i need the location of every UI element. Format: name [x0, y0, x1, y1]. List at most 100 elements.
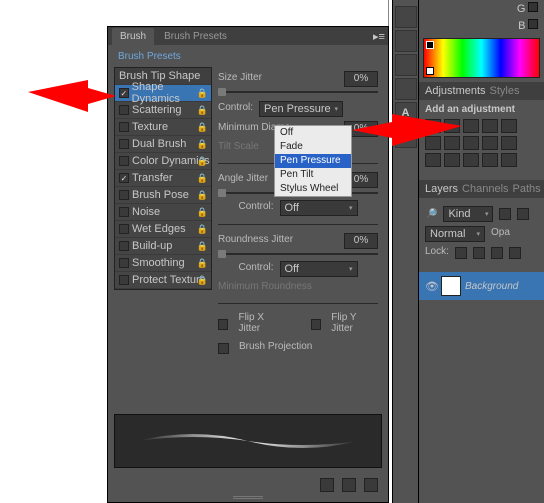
resize-grip[interactable]	[233, 496, 263, 500]
lock-icon: 🔒	[197, 156, 208, 167]
chevron-down-icon: ▾	[349, 265, 353, 273]
lock-transparency-icon[interactable]	[455, 247, 467, 259]
tab-channels[interactable]: Channels	[462, 183, 508, 195]
lock-icon: 🔒	[197, 173, 208, 184]
checkbox-icon[interactable]	[119, 207, 129, 217]
roundness-jitter-value[interactable]: 0%	[344, 233, 378, 249]
roundness-slider[interactable]	[218, 253, 378, 255]
side-item-noise[interactable]: Noise🔒	[115, 204, 211, 221]
layer-filter-select[interactable]: Kind▾	[443, 206, 493, 222]
dropdown-option-fade[interactable]: Fade	[275, 140, 351, 154]
checkbox-icon[interactable]	[119, 224, 129, 234]
opacity-label: Opa	[491, 227, 510, 238]
visibility-eye-icon[interactable]: 👁	[425, 280, 437, 293]
size-jitter-value[interactable]: 0%	[344, 71, 378, 87]
filter-adj-icon[interactable]	[517, 208, 529, 220]
angle-control-select[interactable]: Off▾	[280, 200, 358, 216]
lock-all-icon[interactable]	[509, 247, 521, 259]
list-label: Transfer	[132, 172, 173, 184]
adj-selective-icon[interactable]	[501, 153, 517, 167]
panel-icon-1[interactable]	[395, 6, 417, 28]
toggle-preview-icon[interactable]	[320, 478, 334, 492]
trash-icon[interactable]	[364, 478, 378, 492]
layer-thumbnail[interactable]	[441, 276, 461, 296]
list-label: Build-up	[132, 240, 172, 252]
side-item-color-dynamics[interactable]: Color Dynamics🔒	[115, 153, 211, 170]
control-select[interactable]: Pen Pressure▾	[259, 101, 343, 117]
adj-photo-filter-icon[interactable]	[463, 136, 479, 150]
checkbox-icon[interactable]	[119, 122, 129, 132]
tab-brush-presets[interactable]: Brush Presets	[156, 28, 235, 45]
tab-styles[interactable]: Styles	[490, 85, 520, 97]
angle-jitter-label: Angle Jitter	[218, 173, 268, 184]
lock-pixels-icon[interactable]	[473, 247, 485, 259]
side-item-protect-texture[interactable]: Protect Texture🔒	[115, 272, 211, 289]
adj-channel-mixer-icon[interactable]	[482, 136, 498, 150]
blend-mode-select[interactable]: Normal▾	[425, 226, 485, 242]
chevron-down-icon: ▾	[476, 230, 480, 238]
checkbox-icon[interactable]	[119, 156, 129, 166]
checkbox-icon[interactable]	[119, 173, 129, 183]
g-label: G	[517, 3, 526, 15]
adj-posterize-icon[interactable]	[444, 153, 460, 167]
side-item-scattering[interactable]: Scattering🔒	[115, 102, 211, 119]
side-item-transfer[interactable]: Transfer 🔒	[115, 170, 211, 187]
tab-brush[interactable]: Brush	[112, 28, 154, 45]
canvas-area	[0, 0, 389, 26]
adj-threshold-icon[interactable]	[463, 153, 479, 167]
tab-layers[interactable]: Layers	[425, 183, 458, 195]
brush-projection-checkbox[interactable]	[218, 343, 229, 354]
white-swatch[interactable]	[426, 67, 434, 75]
checkbox-icon[interactable]	[119, 105, 129, 115]
adj-curves-icon[interactable]	[463, 119, 479, 133]
checkbox-icon[interactable]	[119, 258, 129, 268]
control-label: Control:	[218, 102, 253, 113]
black-swatch[interactable]	[426, 41, 434, 49]
adj-exposure-icon[interactable]	[482, 119, 498, 133]
panel-icon-4[interactable]	[395, 78, 417, 100]
size-jitter-label: Size Jitter	[218, 72, 262, 83]
adj-invert-icon[interactable]	[425, 153, 441, 167]
brush-panel: Brush Brush Presets ▸≡ Brush Presets Bru…	[107, 26, 389, 503]
panel-icon-3[interactable]	[395, 54, 417, 76]
tab-adjustments[interactable]: Adjustments	[425, 85, 486, 97]
checkbox-icon[interactable]	[119, 241, 129, 251]
checkbox-icon[interactable]	[119, 275, 129, 285]
filter-pixel-icon[interactable]	[499, 208, 511, 220]
lock-position-icon[interactable]	[491, 247, 503, 259]
lock-icon: 🔒	[197, 190, 208, 201]
adj-gradient-map-icon[interactable]	[482, 153, 498, 167]
side-item-brush-pose[interactable]: Brush Pose🔒	[115, 187, 211, 204]
lock-icon: 🔒	[197, 258, 208, 269]
size-jitter-slider[interactable]	[218, 91, 378, 93]
side-item-texture[interactable]: Texture🔒	[115, 119, 211, 136]
checkbox-icon[interactable]	[119, 139, 129, 149]
flip-y-checkbox[interactable]	[311, 319, 321, 330]
side-item-build-up[interactable]: Build-up🔒	[115, 238, 211, 255]
side-item-shape-dynamics[interactable]: Shape Dynamics🔒	[115, 85, 211, 102]
side-item-smoothing[interactable]: Smoothing🔒	[115, 255, 211, 272]
dropdown-option-pen-tilt[interactable]: Pen Tilt	[275, 168, 351, 182]
panel-icon-2[interactable]	[395, 30, 417, 52]
checkbox-icon[interactable]	[119, 88, 129, 98]
new-preset-icon[interactable]	[342, 478, 356, 492]
side-item-wet-edges[interactable]: Wet Edges🔒	[115, 221, 211, 238]
side-item-dual-brush[interactable]: Dual Brush🔒	[115, 136, 211, 153]
control-label-3: Control:	[238, 262, 273, 273]
dropdown-option-off[interactable]: Off	[275, 126, 351, 140]
flip-x-checkbox[interactable]	[218, 319, 228, 330]
select-value: Off	[285, 202, 299, 214]
adj-lookup-icon[interactable]	[501, 136, 517, 150]
layers-tabs: Layers Channels Paths	[419, 180, 544, 198]
dropdown-option-stylus-wheel[interactable]: Stylus Wheel	[275, 182, 351, 196]
adj-vibrance-icon[interactable]	[501, 119, 517, 133]
layer-name[interactable]: Background	[465, 281, 518, 292]
checkbox-icon[interactable]	[119, 190, 129, 200]
roundness-control-select[interactable]: Off▾	[280, 261, 358, 277]
brush-presets-link[interactable]: Brush Presets	[118, 51, 181, 62]
panel-menu-icon[interactable]: ▸≡	[370, 30, 388, 43]
color-ramp[interactable]	[423, 38, 540, 78]
tab-paths[interactable]: Paths	[513, 183, 541, 195]
layer-background[interactable]: 👁 Background	[419, 272, 544, 300]
dropdown-option-pen-pressure[interactable]: Pen Pressure	[275, 154, 351, 168]
